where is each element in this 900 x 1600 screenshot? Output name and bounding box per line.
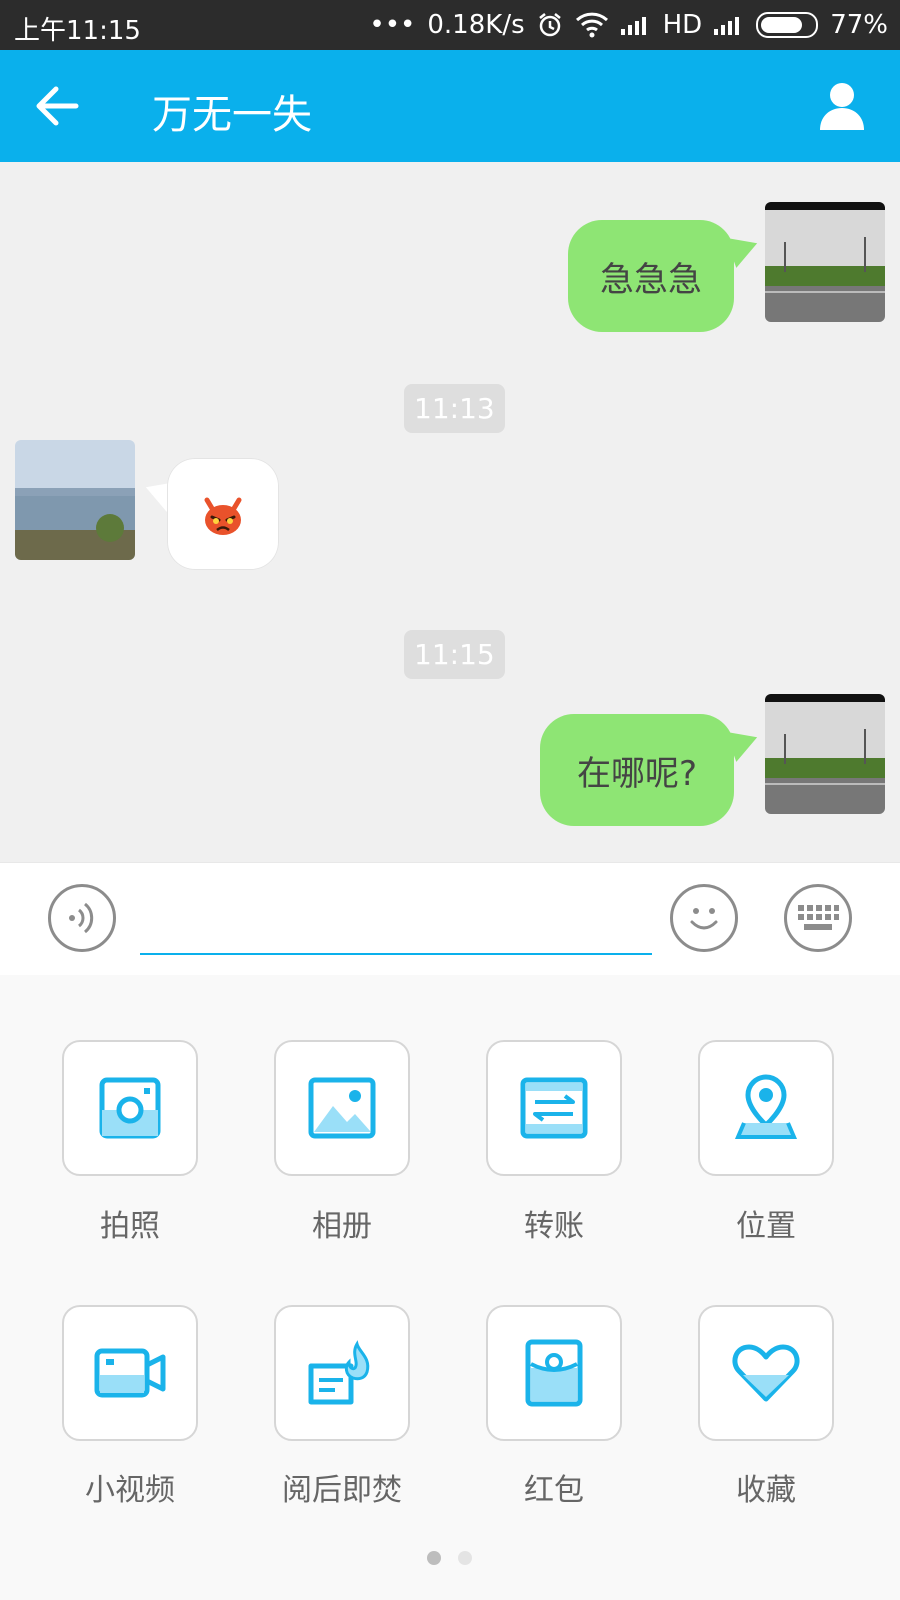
camera-icon: [99, 1077, 161, 1139]
location-icon: [734, 1074, 798, 1139]
burn-after-reading-icon: [308, 1340, 370, 1405]
arrow-left-icon: [36, 86, 79, 126]
battery-icon: [756, 12, 819, 38]
my-avatar[interactable]: [765, 694, 885, 814]
voice-icon: [69, 902, 94, 934]
favorite-button[interactable]: [698, 1305, 834, 1441]
timestamp: 11:13: [404, 384, 505, 433]
keyboard-button[interactable]: [784, 884, 852, 952]
favorite-label: 收藏: [736, 1473, 796, 1508]
back-button[interactable]: [30, 78, 86, 134]
input-bar: [0, 862, 900, 976]
transfer-icon: [520, 1077, 588, 1139]
camera-label: 拍照: [100, 1209, 160, 1244]
signal-icon: [620, 15, 651, 35]
video-icon: [94, 1348, 166, 1398]
alarm-icon: [538, 13, 561, 37]
favorite-icon: [732, 1344, 800, 1402]
album-button[interactable]: [274, 1040, 410, 1176]
person-icon: [820, 83, 864, 130]
message-row-me: 在哪呢?: [0, 662, 900, 862]
avatar-photo: [15, 440, 135, 560]
status-bar: 上午11:15 ••• 0.18K/s HD 77%: [0, 0, 900, 50]
app-bar: 万无一失: [0, 50, 900, 162]
emoji-button[interactable]: [670, 884, 738, 952]
hd-label: HD: [662, 10, 703, 40]
camera-button[interactable]: [62, 1040, 198, 1176]
message-text: 在哪呢?: [576, 753, 698, 794]
burn-after-reading-label: 阅后即焚: [282, 1473, 402, 1508]
wifi-icon: [575, 12, 608, 38]
message-row-me: 急急急: [0, 162, 900, 342]
burn-after-reading-button[interactable]: [274, 1305, 410, 1441]
chat-title: 万无一失: [152, 92, 312, 138]
battery-level: 77%: [830, 10, 888, 40]
red-packet-button[interactable]: [486, 1305, 622, 1441]
video-label: 小视频: [85, 1473, 175, 1508]
page-dot-active[interactable]: [427, 1551, 441, 1565]
album-icon: [308, 1077, 376, 1139]
transfer-button[interactable]: [486, 1040, 622, 1176]
signal-icon-2: [714, 15, 744, 35]
message-text: 急急急: [600, 259, 702, 300]
chat-area[interactable]: 急急急 11:13 11:15 在哪呢?: [0, 162, 900, 862]
status-time: 上午11:15: [14, 16, 141, 46]
angry-devil-emoji-icon: [204, 497, 242, 535]
other-avatar[interactable]: [15, 440, 135, 560]
transfer-label: 转账: [524, 1209, 584, 1244]
red-packet-label: 红包: [524, 1473, 584, 1508]
net-speed: 0.18K/s: [427, 10, 525, 40]
message-bubble[interactable]: 急急急: [568, 220, 734, 332]
page-dot[interactable]: [458, 1551, 472, 1565]
message-bubble[interactable]: [167, 458, 279, 570]
profile-button[interactable]: [814, 78, 870, 134]
album-label: 相册: [312, 1209, 372, 1244]
message-bubble[interactable]: 在哪呢?: [540, 714, 734, 826]
message-input[interactable]: [140, 891, 652, 955]
location-button[interactable]: [698, 1040, 834, 1176]
red-packet-icon: [525, 1339, 583, 1407]
voice-button[interactable]: [48, 884, 116, 952]
avatar-photo: [765, 202, 885, 322]
location-label: 位置: [736, 1209, 796, 1244]
keyboard-icon: [798, 905, 839, 930]
more-dots: •••: [369, 10, 416, 40]
status-indicators: ••• 0.18K/s HD 77%: [369, 10, 888, 40]
my-avatar[interactable]: [765, 202, 885, 322]
message-row-other: [0, 432, 900, 582]
avatar-photo: [765, 694, 885, 814]
smiley-icon: [690, 908, 718, 930]
attachment-panel: 拍照 相册 转账 位置 小视频 阅后即焚 红包 收藏: [0, 975, 900, 1600]
video-button[interactable]: [62, 1305, 198, 1441]
